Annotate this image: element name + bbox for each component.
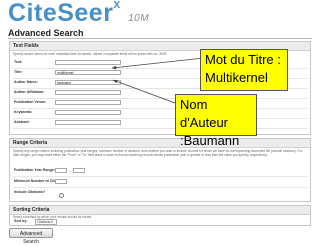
min-citations-input[interactable] bbox=[55, 179, 67, 184]
publication-year-label: Publication Year Range: bbox=[14, 168, 56, 172]
author-name-label: Author Name: bbox=[14, 80, 38, 84]
year-from-input[interactable] bbox=[55, 168, 67, 173]
publication-venue-label: Publication Venue: bbox=[14, 100, 47, 104]
keywords-label: Keywords: bbox=[14, 110, 33, 114]
title-input[interactable] bbox=[55, 70, 121, 75]
page-title: Advanced Search bbox=[8, 28, 84, 38]
include-citations-checkbox[interactable] bbox=[59, 193, 64, 198]
sort-by-value: Citations bbox=[37, 220, 51, 224]
sort-by-label: Sort by: bbox=[14, 219, 28, 223]
author-callout: Nom d'Auteur :Baumann bbox=[175, 94, 257, 148]
logo-text: CiteSeer bbox=[8, 0, 114, 27]
range-criteria-header: Range Criteria bbox=[10, 139, 310, 148]
include-citations-row: Include Citations? bbox=[13, 188, 307, 198]
min-citations-row: Minimum Number of Citations: bbox=[13, 177, 307, 188]
abstract-label: Abstract: bbox=[14, 120, 30, 124]
citeseer-logo[interactable]: CiteSeerX 10M bbox=[8, 0, 149, 28]
publication-year-row: Publication Year Range: - bbox=[13, 166, 307, 177]
advanced-search-button[interactable]: Advanced Search bbox=[9, 228, 53, 245]
sort-by-select[interactable]: Citations ▾ bbox=[35, 219, 57, 225]
text-input[interactable] bbox=[55, 60, 121, 65]
logo-version: 10M bbox=[128, 13, 150, 24]
include-citations-label: Include Citations? bbox=[14, 190, 46, 194]
sort-by-row: Sort by: Citations ▾ bbox=[13, 218, 307, 225]
author-affiliation-input[interactable] bbox=[55, 90, 121, 95]
year-range-dash: - bbox=[69, 168, 71, 173]
logo-superscript: X bbox=[113, 0, 121, 11]
sorting-criteria-header: Sorting Criteria bbox=[10, 206, 310, 215]
author-callout-text: Nom d'Auteur :Baumann bbox=[180, 97, 240, 148]
author-name-input[interactable] bbox=[55, 80, 121, 85]
sorting-criteria-panel: Sorting Criteria Select a method by whic… bbox=[9, 205, 311, 226]
abstract-row: Abstract: bbox=[13, 118, 307, 129]
title-callout: Mot du Titre : Multikernel bbox=[200, 49, 288, 91]
year-to-input[interactable] bbox=[73, 168, 85, 173]
title-callout-text: Mot du Titre : Multikernel bbox=[205, 52, 281, 85]
title-label: Title: bbox=[14, 70, 23, 74]
abstract-input[interactable] bbox=[55, 120, 121, 125]
title-divider bbox=[8, 38, 312, 39]
range-criteria-description: Specify any range criteria, including pu… bbox=[13, 149, 303, 157]
text-label: Text: bbox=[14, 60, 23, 64]
range-criteria-panel: Range Criteria Specify any range criteri… bbox=[9, 138, 311, 202]
author-affiliation-label: Author Affiliation: bbox=[14, 90, 45, 94]
publication-venue-input[interactable] bbox=[55, 100, 121, 105]
keywords-input[interactable] bbox=[55, 110, 121, 115]
site-header: CiteSeerX 10M bbox=[0, 0, 320, 28]
